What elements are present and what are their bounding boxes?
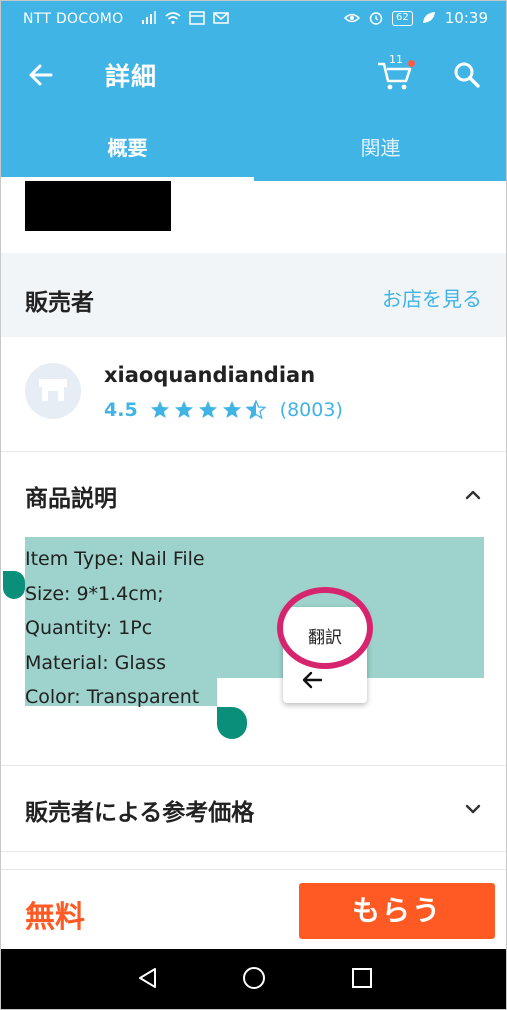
view-shop-link[interactable]: お店を見る xyxy=(382,283,482,312)
nav-back-icon[interactable] xyxy=(135,965,161,991)
store-icon xyxy=(39,379,67,401)
divider xyxy=(1,765,506,766)
description-line: Quantity: 1Pc xyxy=(25,617,153,639)
description-line: Material: Glass xyxy=(25,651,167,674)
review-count[interactable]: (8003) xyxy=(280,399,343,421)
wifi-icon xyxy=(165,12,181,25)
alarm-icon xyxy=(369,12,383,25)
app-bar: 詳細 11 xyxy=(1,41,506,111)
selection-start-handle[interactable] xyxy=(3,571,25,599)
annotation-circle xyxy=(277,587,373,669)
back-arrow-icon[interactable] xyxy=(25,59,57,91)
star-rating xyxy=(150,400,266,420)
nav-recent-apps-icon[interactable] xyxy=(349,965,375,991)
eye-icon xyxy=(344,13,361,23)
rating-row: 4.5 (8003) xyxy=(104,399,343,421)
get-button[interactable]: もらう xyxy=(299,883,495,939)
tab-overview[interactable]: 概要 xyxy=(1,123,254,181)
nav-home-icon[interactable] xyxy=(241,965,267,991)
price-label: 無料 xyxy=(25,900,85,935)
carrier-label: NTT DOCOMO xyxy=(23,11,124,27)
description-line: Size: 9*1.4cm; xyxy=(25,582,164,605)
description-line: Color: Transparent xyxy=(25,686,200,708)
reference-price-section-title[interactable]: 販売者による参考価格 xyxy=(25,793,254,827)
screen: NTT DOCOMO 62 10:39 詳細 11 概要 関連 販売者 お店を見… xyxy=(0,0,507,1010)
rating-value: 4.5 xyxy=(104,399,138,421)
star-icon xyxy=(198,401,217,418)
search-icon[interactable] xyxy=(451,59,483,91)
battery-indicator: 62 xyxy=(392,10,413,26)
star-icon xyxy=(150,401,169,418)
description-text[interactable]: Item Type: Nail File Size: 9*1.4cm; Quan… xyxy=(25,542,205,715)
seller-section-header: 販売者 お店を見る xyxy=(1,253,506,337)
chevron-down-icon[interactable] xyxy=(461,797,485,821)
back-arrow-icon[interactable] xyxy=(299,667,325,693)
tab-bar: 概要 関連 xyxy=(1,123,506,181)
notification-dot xyxy=(408,60,415,67)
header: NTT DOCOMO 62 10:39 詳細 11 概要 関連 xyxy=(1,1,506,181)
divider xyxy=(1,451,506,452)
shop-name[interactable]: xiaoquandiandian xyxy=(104,363,315,387)
signal-icon xyxy=(142,11,156,24)
redacted-block xyxy=(25,181,171,231)
star-icon xyxy=(222,401,241,418)
shop-avatar[interactable] xyxy=(25,363,81,419)
bottom-action-bar: 無料 もらう xyxy=(1,869,506,949)
system-nav-bar xyxy=(1,949,506,1009)
selection-end-handle[interactable] xyxy=(217,707,247,739)
mail-icon xyxy=(213,12,229,24)
seller-section-title: 販売者 xyxy=(25,290,94,316)
tab-related[interactable]: 関連 xyxy=(254,123,506,181)
status-bar: NTT DOCOMO 62 10:39 xyxy=(1,1,506,37)
calendar-icon xyxy=(189,11,205,25)
chevron-up-icon[interactable] xyxy=(461,483,485,507)
page-title: 詳細 xyxy=(105,62,158,91)
description-section-title[interactable]: 商品説明 xyxy=(25,479,117,513)
description-line: Item Type: Nail File xyxy=(25,548,205,570)
leaf-icon xyxy=(422,12,435,23)
clock: 10:39 xyxy=(444,9,488,27)
cart-count-badge: 11 xyxy=(389,53,403,66)
half-star-icon xyxy=(245,400,266,420)
divider xyxy=(1,851,506,852)
star-icon xyxy=(174,401,193,418)
